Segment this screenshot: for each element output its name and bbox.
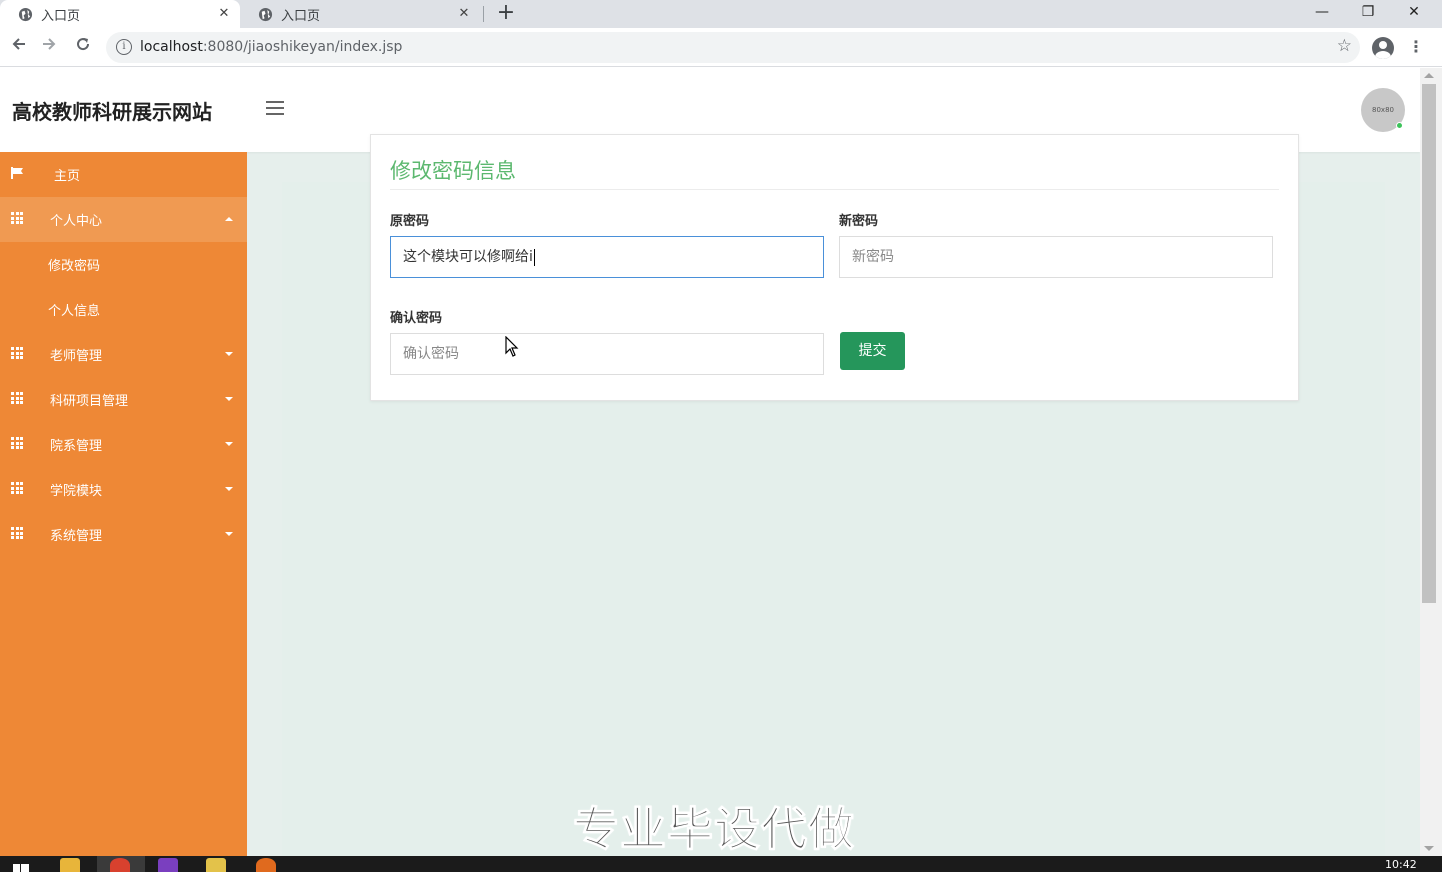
windows-start-icon[interactable] bbox=[12, 858, 30, 872]
caret-down-icon bbox=[225, 532, 233, 536]
minimize-button[interactable]: — bbox=[1299, 0, 1345, 28]
arrow-left-icon bbox=[12, 38, 25, 50]
caret-down-icon bbox=[225, 442, 233, 446]
bookmark-star-icon[interactable]: ☆ bbox=[1337, 36, 1352, 56]
new-tab-button[interactable]: + bbox=[494, 2, 518, 26]
app-icon[interactable] bbox=[206, 858, 226, 872]
info-icon[interactable]: i bbox=[116, 39, 132, 55]
grid-icon bbox=[11, 212, 25, 224]
ide-icon[interactable] bbox=[158, 858, 178, 872]
caret-down-icon bbox=[225, 397, 233, 401]
confirm-password-input[interactable]: 确认密码 bbox=[390, 333, 824, 375]
tab-close-icon[interactable]: ✕ bbox=[214, 4, 234, 24]
sidebar-item-department-management[interactable]: 院系管理 bbox=[0, 422, 247, 467]
submit-button[interactable]: 提交 bbox=[840, 332, 905, 370]
tab-title: 入口页 bbox=[41, 8, 81, 24]
restore-button[interactable]: ❐ bbox=[1345, 0, 1391, 28]
browser-tab-strip: 入口页 ✕ 入口页 ✕ + — ❐ ✕ bbox=[0, 0, 1442, 28]
browser-tab[interactable]: 入口页 ✕ bbox=[240, 0, 480, 28]
online-status-dot bbox=[1396, 122, 1403, 129]
globe-icon bbox=[258, 7, 273, 21]
grid-icon bbox=[11, 392, 25, 404]
globe-icon bbox=[18, 7, 33, 21]
taskbar-clock: 10:42 bbox=[1385, 858, 1417, 871]
sidebar-item-teacher-management[interactable]: 老师管理 bbox=[0, 332, 247, 377]
grid-icon bbox=[11, 527, 25, 539]
old-password-input[interactable]: 这个模块可以修啊给i bbox=[390, 236, 824, 278]
sidebar-subitem-personal-info[interactable]: 个人信息 bbox=[0, 287, 247, 332]
reload-icon bbox=[77, 38, 90, 51]
url-text: localhost:8080/jiaoshikeyan/index.jsp bbox=[140, 39, 403, 55]
sidebar: 主页 个人中心 修改密码 个人信息 老师管理 科研项目管理 院系管理 学院模块 … bbox=[0, 152, 247, 856]
title-divider bbox=[390, 189, 1279, 190]
sidebar-item-home[interactable]: 主页 bbox=[0, 152, 247, 197]
change-password-card: 修改密码信息 原密码 这个模块可以修啊给i 新密码 新密码 确认密码 确认密码 … bbox=[370, 134, 1299, 401]
arrow-right-icon bbox=[43, 38, 56, 50]
app-icon-2[interactable] bbox=[256, 858, 276, 872]
sidebar-item-personal-center[interactable]: 个人中心 bbox=[0, 197, 247, 242]
browser-toolbar: i localhost:8080/jiaoshikeyan/index.jsp … bbox=[0, 28, 1442, 67]
forward-button[interactable] bbox=[37, 35, 61, 59]
watermark-text: 专业毕设代做 bbox=[573, 802, 855, 857]
chrome-icon[interactable] bbox=[110, 858, 130, 872]
sidebar-item-system-management[interactable]: 系统管理 bbox=[0, 512, 247, 557]
reload-button[interactable] bbox=[71, 35, 95, 59]
caret-down-icon bbox=[225, 352, 233, 356]
close-window-button[interactable]: ✕ bbox=[1391, 0, 1437, 28]
sidebar-subitem-change-password[interactable]: 修改密码 bbox=[0, 242, 247, 287]
scroll-down-icon[interactable] bbox=[1424, 846, 1434, 851]
scroll-up-icon[interactable] bbox=[1424, 73, 1434, 78]
new-password-input[interactable]: 新密码 bbox=[839, 236, 1273, 278]
grid-icon bbox=[11, 437, 25, 449]
hamburger-menu-icon[interactable] bbox=[266, 101, 286, 117]
back-button[interactable] bbox=[7, 35, 31, 59]
page-scrollbar[interactable] bbox=[1420, 68, 1442, 856]
text-cursor bbox=[533, 248, 535, 266]
flag-icon bbox=[11, 167, 23, 179]
browser-tab-active[interactable]: 入口页 ✕ bbox=[0, 0, 240, 28]
address-bar[interactable]: i localhost:8080/jiaoshikeyan/index.jsp … bbox=[106, 32, 1360, 63]
tab-title: 入口页 bbox=[281, 8, 321, 24]
page-title: 修改密码信息 bbox=[390, 159, 516, 183]
browser-menu-icon[interactable]: ⋮ bbox=[1408, 36, 1424, 60]
grid-icon bbox=[11, 482, 25, 494]
tab-divider bbox=[483, 6, 484, 22]
scroll-thumb[interactable] bbox=[1422, 84, 1436, 603]
caret-down-icon bbox=[225, 487, 233, 491]
site-title: 高校教师科研展示网站 bbox=[12, 100, 212, 124]
file-explorer-icon[interactable] bbox=[60, 858, 80, 872]
old-password-label: 原密码 bbox=[390, 214, 430, 229]
grid-icon bbox=[11, 347, 25, 359]
caret-up-icon bbox=[225, 217, 233, 221]
sidebar-item-college-module[interactable]: 学院模块 bbox=[0, 467, 247, 512]
tab-close-icon[interactable]: ✕ bbox=[454, 4, 474, 24]
mouse-pointer-icon bbox=[505, 336, 519, 357]
sidebar-item-research-projects[interactable]: 科研项目管理 bbox=[0, 377, 247, 422]
confirm-password-label: 确认密码 bbox=[390, 311, 443, 326]
profile-icon[interactable] bbox=[1372, 37, 1394, 59]
new-password-label: 新密码 bbox=[839, 214, 879, 229]
os-taskbar: 10:42 bbox=[0, 856, 1442, 872]
